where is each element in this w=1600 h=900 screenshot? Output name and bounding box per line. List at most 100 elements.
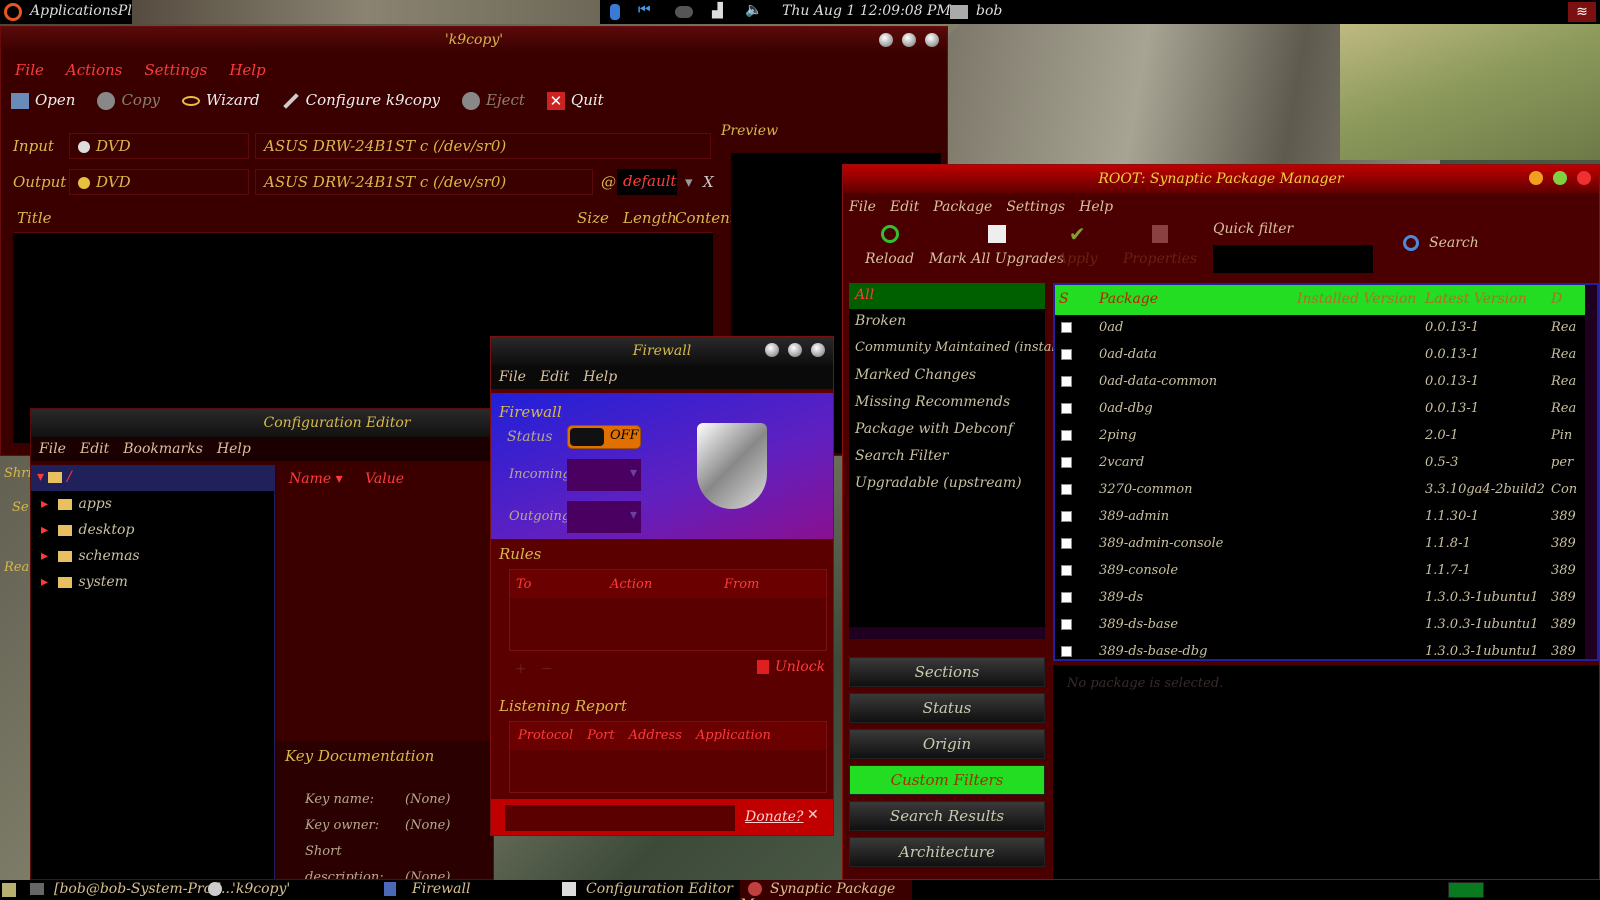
output-device-select[interactable]: ASUS DRW-24B1ST c (/dev/sr0) [255,169,593,195]
quit-button[interactable]: ✕ Quit [546,91,604,110]
menu-edit[interactable]: Edit [80,441,109,457]
package-checkbox[interactable] [1061,349,1072,360]
menu-help[interactable]: Help [229,61,265,79]
package-checkbox[interactable] [1061,619,1072,630]
menu-settings[interactable]: Settings [1006,199,1065,215]
wizard-button[interactable]: Wizard [182,91,260,110]
task-config-editor[interactable]: Configuration Editor [562,881,733,897]
package-checkbox[interactable] [1061,430,1072,441]
menu-file[interactable]: File [849,199,876,215]
filter-debconf[interactable]: Package with Debconf [849,417,1045,444]
menu-edit[interactable]: Edit [890,199,919,215]
outgoing-select[interactable]: ▾ [567,501,641,533]
config-tree[interactable]: ▾ / ▸ apps ▸ desktop ▸ schemas ▸ system [31,465,275,879]
rules-table[interactable]: To Action From [509,569,827,651]
table-row[interactable]: 389-ds-base-dbg 1.3.0.3-1ubuntu1 389 [1055,639,1597,659]
tree-item-apps[interactable]: ▸ apps [31,491,274,517]
col-installed[interactable]: Installed Version [1297,291,1416,307]
config-values-list[interactable] [283,493,493,741]
filter-marked-changes[interactable]: Marked Changes [849,363,1045,390]
menu-file[interactable]: File [39,441,66,457]
package-checkbox[interactable] [1061,322,1072,333]
table-row[interactable]: 0ad-data 0.0.13-1 Rea [1055,342,1597,369]
filter-missing-recommends[interactable]: Missing Recommends [849,390,1045,417]
status-entry[interactable] [505,805,735,831]
menu-actions[interactable]: Actions [66,61,122,79]
minimize-button[interactable] [1529,171,1543,185]
filter-search[interactable]: Search Filter [849,444,1045,471]
package-checkbox[interactable] [1061,511,1072,522]
package-checkbox[interactable] [1061,646,1072,657]
configure-button[interactable]: Configure k9copy [282,91,440,110]
network-signal-icon[interactable]: ▟ [712,3,723,19]
col-status[interactable]: S [1059,291,1069,307]
clear-button[interactable]: X [703,173,714,191]
dropdown-icon[interactable]: ▾ [685,173,693,191]
reload-button[interactable]: Reload [865,225,914,267]
remove-rule-button[interactable]: − [541,661,553,677]
package-checkbox[interactable] [1061,484,1072,495]
eject-button[interactable]: Eject [462,91,525,110]
donate-link[interactable]: Donate? [745,809,803,825]
unlock-button[interactable]: Unlock [757,659,825,675]
custom-filters-button[interactable]: Custom Filters [849,765,1045,795]
task-k9copy[interactable]: 'k9copy' [208,881,290,897]
filter-broken[interactable]: Broken [849,309,1045,336]
add-rule-button[interactable]: + [515,661,527,677]
k9copy-titlebar[interactable]: 'k9copy' [1,27,947,53]
close-button[interactable] [811,343,825,357]
user-icon[interactable] [950,5,968,19]
quick-filter-input[interactable] [1213,245,1373,273]
package-checkbox[interactable] [1061,565,1072,576]
origin-button[interactable]: Origin [849,729,1045,759]
minimize-button[interactable] [765,343,779,357]
col-to[interactable]: To [516,577,532,592]
close-button[interactable] [925,33,939,47]
table-row[interactable]: 0ad-data-common 0.0.13-1 Rea [1055,369,1597,396]
package-checkbox[interactable] [1061,376,1072,387]
task-firewall[interactable]: Firewall [384,881,470,897]
filter-scrollbar[interactable] [849,627,1045,639]
col-address[interactable]: Address [629,728,682,744]
listening-table[interactable]: Protocol Port Address Application [509,721,827,793]
close-button[interactable] [1577,171,1591,185]
user-name[interactable]: bob [976,3,1002,19]
col-protocol[interactable]: Protocol [518,728,573,744]
menu-settings[interactable]: Settings [144,61,207,79]
col-value[interactable]: Value [365,471,404,487]
ubuntu-logo-icon[interactable] [4,3,22,21]
volume-icon[interactable]: 🔈 [745,2,762,18]
col-title[interactable]: Title [17,209,52,227]
col-length[interactable]: Length [623,209,677,227]
filter-list[interactable]: All Broken Community Maintained (install… [849,283,1081,639]
table-row[interactable]: 0ad 0.0.13-1 Rea [1055,315,1597,342]
status-button[interactable]: Status [849,693,1045,723]
tree-item-system[interactable]: ▸ system [31,569,274,595]
status-toggle[interactable]: OFF [567,425,641,449]
tree-root[interactable]: ▾ / [31,465,274,491]
table-row[interactable]: 389-console 1.1.7-1 389 [1055,558,1597,585]
apply-button[interactable]: ✔ Apply [1057,224,1097,267]
col-package[interactable]: Package [1099,291,1158,307]
col-from[interactable]: From [724,577,759,592]
maximize-button[interactable] [1553,171,1567,185]
sections-button[interactable]: Sections [849,657,1045,687]
minimize-button[interactable] [879,33,893,47]
search-results-button[interactable]: Search Results [849,801,1045,831]
menu-file[interactable]: File [499,369,526,385]
col-content[interactable]: Content [675,209,736,227]
col-application[interactable]: Application [696,728,771,744]
show-desktop-icon[interactable] [2,883,16,897]
menu-file[interactable]: File [15,61,44,79]
filter-community[interactable]: Community Maintained (installed) [849,336,1081,363]
table-row[interactable]: 2ping 2.0-1 Pin [1055,423,1597,450]
table-row[interactable]: 389-admin-console 1.1.8-1 389 [1055,531,1597,558]
incoming-select[interactable]: ▾ [567,459,641,491]
synaptic-titlebar[interactable]: ROOT: Synaptic Package Manager [843,165,1599,193]
tree-item-schemas[interactable]: ▸ schemas [31,543,274,569]
table-row[interactable]: 2vcard 0.5-3 per [1055,450,1597,477]
col-action[interactable]: Action [610,577,652,592]
skip-back-icon[interactable]: ⏮ [638,2,651,18]
close-icon[interactable]: ✕ [807,807,819,823]
col-size[interactable]: Size [577,209,609,227]
